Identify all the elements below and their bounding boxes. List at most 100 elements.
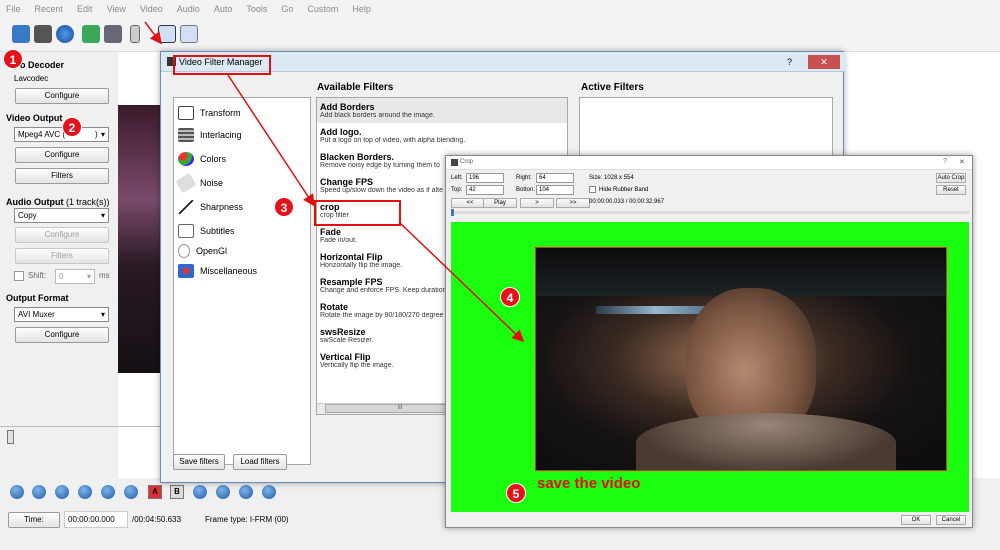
- menu-bar: File Recent Edit View Video Audio Auto T…: [0, 0, 1000, 18]
- menu-audio[interactable]: Audio: [177, 4, 200, 14]
- crop-bottom-label: Botton:: [516, 187, 536, 193]
- category-transform[interactable]: Transform: [178, 106, 241, 120]
- step-badge-5: 5: [506, 483, 526, 503]
- crop-time-display: 00:00:00.033 / 00:00:32.967: [589, 199, 665, 205]
- menu-help[interactable]: Help: [352, 4, 371, 14]
- frame-type: Frame type: I-FRM (00): [205, 515, 289, 524]
- audio-filters-icon[interactable]: [180, 25, 198, 43]
- filter-add-borders[interactable]: Add Borders Add black borders around the …: [320, 102, 564, 119]
- crop-top-input[interactable]: 42: [466, 185, 504, 195]
- audio-filters-button[interactable]: Filters: [15, 248, 109, 264]
- save-image-icon[interactable]: [104, 25, 122, 43]
- menu-tools[interactable]: Tools: [246, 4, 267, 14]
- category-noise[interactable]: Noise: [175, 172, 223, 194]
- menu-edit[interactable]: Edit: [77, 4, 93, 14]
- menu-recent[interactable]: Recent: [35, 4, 64, 14]
- crop-step-button[interactable]: >: [520, 198, 554, 208]
- category-interlacing[interactable]: Interlacing: [178, 128, 242, 142]
- menu-file[interactable]: File: [6, 4, 21, 14]
- video-preview: [118, 105, 160, 373]
- marker-b-button[interactable]: B: [170, 485, 184, 499]
- category-subtitles[interactable]: Subtitles: [178, 224, 235, 238]
- output-format-select[interactable]: AVI Muxer: [14, 307, 109, 322]
- fast-forward-icon[interactable]: [124, 485, 138, 499]
- crop-preview-area: save the video: [451, 222, 969, 512]
- audio-output-select[interactable]: Copy: [14, 208, 109, 223]
- info-icon[interactable]: [56, 25, 74, 43]
- highlight-video-filter-manager: [173, 55, 271, 75]
- load-filters-button[interactable]: Load filters: [233, 454, 287, 470]
- output-format-title: Output Format: [6, 293, 69, 303]
- goto-a-icon[interactable]: [193, 485, 207, 499]
- crop-size-label: Size: 1028 x 554: [589, 175, 634, 181]
- vfm-close-button[interactable]: ✕: [808, 55, 840, 69]
- miscellaneous-icon: [178, 264, 194, 278]
- video-configure-button[interactable]: Configure: [15, 147, 109, 163]
- next-frame-icon[interactable]: [78, 485, 92, 499]
- crop-help-button[interactable]: ?: [943, 158, 947, 165]
- step-badge-3: 3: [274, 197, 294, 217]
- video-filters-icon[interactable]: [158, 25, 176, 43]
- category-miscellaneous[interactable]: Miscellaneous: [178, 264, 257, 278]
- video-output-title: Video Output: [6, 113, 63, 123]
- seek-slider[interactable]: [7, 430, 14, 444]
- current-time-field[interactable]: 00:00:00.000: [64, 511, 128, 528]
- crop-reset-button[interactable]: Reset: [936, 185, 966, 195]
- shift-label: Shift:: [28, 271, 47, 280]
- crop-close-button[interactable]: ✕: [959, 158, 965, 166]
- crop-ok-button[interactable]: OK: [901, 515, 931, 525]
- crop-next-button[interactable]: >>: [556, 198, 590, 208]
- shift-checkbox[interactable]: [14, 271, 24, 281]
- hide-rubber-band-checkbox[interactable]: [589, 186, 596, 193]
- shift-input[interactable]: 0: [55, 269, 95, 284]
- available-filters-title: Available Filters: [317, 82, 394, 93]
- crop-cancel-button[interactable]: Cancel: [936, 515, 966, 525]
- marker-a-button[interactable]: A: [148, 485, 162, 499]
- auto-crop-button[interactable]: Auto Crop: [936, 173, 966, 183]
- toolbar: [0, 18, 1000, 52]
- crop-right-input[interactable]: 64: [536, 173, 574, 183]
- category-colors[interactable]: Colors: [178, 152, 226, 166]
- category-sharpness[interactable]: Sharpness: [178, 200, 243, 214]
- video-decoder-title: o Decoder: [20, 60, 65, 70]
- menu-go[interactable]: Go: [281, 4, 293, 14]
- audio-configure-button[interactable]: Configure: [15, 227, 109, 243]
- video-filters-button[interactable]: Filters: [15, 168, 109, 184]
- previous-frame-icon[interactable]: [55, 485, 69, 499]
- menu-view[interactable]: View: [107, 4, 126, 14]
- shift-unit: ms: [99, 271, 110, 280]
- filter-add-logo[interactable]: Add logo. Put a logo on top of video, wit…: [320, 127, 564, 144]
- format-configure-button[interactable]: Configure: [15, 327, 109, 343]
- calculator-icon[interactable]: [130, 25, 140, 43]
- menu-video[interactable]: Video: [140, 4, 163, 14]
- crop-seek-slider[interactable]: [451, 209, 454, 216]
- goto-b-icon[interactable]: [216, 485, 230, 499]
- crop-top-label: Top:: [451, 187, 463, 193]
- crop-bottom-input[interactable]: 104: [536, 185, 574, 195]
- next-keyframe-icon[interactable]: [262, 485, 276, 499]
- noise-icon: [175, 172, 197, 194]
- play-icon[interactable]: [10, 485, 24, 499]
- category-opengl[interactable]: OpenGl: [178, 244, 227, 258]
- save-video-annotation: save the video: [537, 475, 641, 492]
- crop-left-input[interactable]: 196: [466, 173, 504, 183]
- crop-left-label: Left:: [451, 175, 463, 181]
- stop-icon[interactable]: [32, 485, 46, 499]
- seek-track: [0, 426, 160, 427]
- active-filters-title: Active Filters: [581, 82, 644, 93]
- menu-custom[interactable]: Custom: [307, 4, 338, 14]
- previous-keyframe-icon[interactable]: [239, 485, 253, 499]
- crop-titlebar: [446, 156, 972, 170]
- save-icon[interactable]: [34, 25, 52, 43]
- subtitles-icon: [178, 224, 194, 238]
- rewind-icon[interactable]: [101, 485, 115, 499]
- menu-auto[interactable]: Auto: [214, 4, 233, 14]
- decoder-configure-button[interactable]: Configure: [15, 88, 109, 104]
- sharpness-icon: [178, 200, 194, 214]
- save-filters-button[interactable]: Save filters: [173, 454, 225, 470]
- open-file-icon[interactable]: [12, 25, 30, 43]
- image-icon[interactable]: [82, 25, 100, 43]
- crop-play-button[interactable]: Play: [483, 198, 517, 208]
- time-button[interactable]: Time:: [8, 512, 60, 528]
- vfm-help-button[interactable]: ?: [787, 57, 792, 67]
